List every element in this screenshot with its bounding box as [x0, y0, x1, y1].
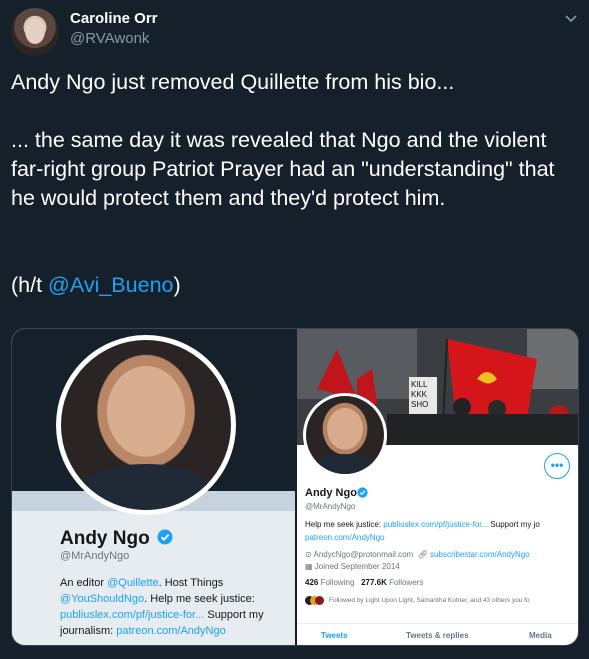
author-avatar[interactable] — [11, 8, 59, 56]
left-profile-handle: @MrAndyNgo — [60, 550, 130, 562]
right-profile-bio: Help me seek justice: publiuslex.com/pf/… — [305, 520, 540, 542]
left-profile-name: Andy Ngo — [60, 528, 150, 549]
tweet-text-line2: ... the same day it was revealed that Ng… — [11, 128, 555, 210]
svg-text:KKK: KKK — [411, 390, 428, 399]
svg-text:SHO: SHO — [411, 400, 428, 409]
ht-prefix: (h/t — [11, 273, 49, 297]
svg-text:KILL: KILL — [411, 380, 428, 389]
more-options-button: ••• — [544, 453, 570, 479]
verified-icon — [357, 487, 368, 498]
chevron-down-icon[interactable] — [563, 10, 579, 26]
tweet: Caroline Orr @RVAwonk Andy Ngo just remo… — [0, 0, 589, 659]
media-image-right[interactable]: KILL KKK SHO ••• Andy Ngo @MrAndyNgo Hel… — [297, 329, 578, 645]
left-profile-photo — [56, 335, 236, 515]
tab-tweets-replies: Tweets & replies — [406, 631, 469, 640]
follow-counts: 426 Following 277.6K Followers — [305, 578, 424, 587]
right-profile-name: Andy Ngo — [305, 487, 357, 499]
mention-link[interactable]: @Avi_Bueno — [48, 273, 173, 297]
calendar-icon: ▦ — [305, 562, 315, 571]
link-icon: 🔗︎ — [417, 550, 431, 559]
right-profile-photo — [303, 393, 387, 477]
right-profile-meta: ⊙ AndycNgo@protonmail.com 🔗︎ subscribest… — [305, 550, 530, 571]
right-profile-handle: @MrAndyNgo — [305, 502, 356, 511]
media-image-left[interactable]: Andy Ngo @MrAndyNgo An editor @Quillette… — [12, 329, 295, 645]
left-profile-bio: An editor @Quillette. Host Things @YouSh… — [60, 577, 264, 637]
tweet-text-line3: (h/t @Avi_Bueno) — [11, 271, 581, 300]
tweet-text-line1: Andy Ngo just removed Quillette from his… — [11, 70, 455, 94]
author-handle[interactable]: @RVAwonk — [70, 30, 149, 47]
follower-avatars-icon — [305, 596, 325, 605]
profile-tabs: Tweets Tweets & replies Media — [297, 623, 578, 645]
ht-suffix: ) — [173, 273, 181, 297]
author-name[interactable]: Caroline Orr — [70, 10, 158, 27]
followed-by: Followed by Light Upon Light, Samantha K… — [305, 596, 530, 605]
tweet-media[interactable]: Andy Ngo @MrAndyNgo An editor @Quillette… — [11, 328, 579, 646]
tab-media: Media — [529, 631, 552, 640]
tab-tweets: Tweets — [321, 631, 348, 640]
verified-icon — [157, 529, 173, 545]
